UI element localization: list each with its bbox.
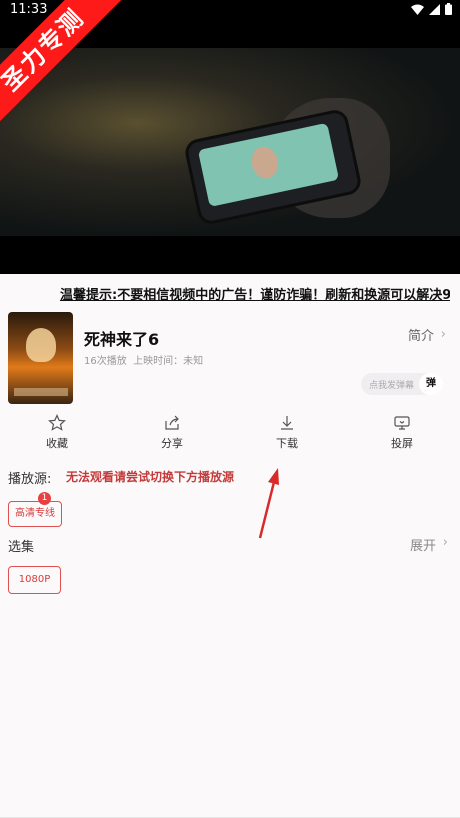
wifi-icon [411, 4, 424, 15]
video-player[interactable] [0, 22, 460, 274]
movie-poster [8, 312, 73, 404]
source-chip-hd[interactable]: 高清专线 [8, 501, 62, 527]
status-icons [411, 3, 452, 15]
download-icon [281, 416, 293, 430]
danmu-input[interactable]: 点我发弹幕 弹 [361, 373, 443, 395]
source-badge: 1 [38, 492, 51, 505]
cast-button[interactable]: 投屏 [372, 413, 432, 451]
release-date: 上映时间：未知 [133, 356, 204, 367]
source-label: 播放源: [8, 472, 52, 487]
episode-chip-1080p[interactable]: 1080P [8, 566, 61, 594]
cast-icon [394, 416, 410, 430]
play-count: 16次播放 [84, 356, 127, 367]
danmu-button[interactable]: 弹 [419, 373, 443, 395]
chevron-right-icon: › [440, 327, 446, 342]
episodes-label: 选集 [8, 540, 35, 555]
favorite-button[interactable]: 收藏 [27, 413, 87, 451]
share-label: 分享 [161, 437, 183, 450]
chevron-right-icon: › [442, 535, 448, 550]
movie-title: 死神来了6 [84, 330, 160, 349]
notice-marquee: 温馨提示:不要相信视频中的广告！谨防诈骗！刷新和换源可以解决90%的问 [60, 288, 450, 303]
favorite-label: 收藏 [46, 437, 68, 450]
status-time: 11:33 [10, 2, 48, 17]
intro-link[interactable]: 简介 [408, 325, 434, 344]
star-icon [48, 414, 66, 431]
expand-link[interactable]: 展开 [410, 535, 436, 554]
download-button[interactable]: 下载 [257, 413, 317, 451]
cast-label: 投屏 [391, 437, 413, 450]
action-bar: 收藏 分享 下载 投屏 [0, 413, 460, 453]
download-label: 下载 [276, 437, 298, 450]
annotation-arrow [258, 468, 279, 539]
signal-icon [429, 3, 440, 15]
danmu-placeholder: 点我发弹幕 [369, 381, 415, 391]
share-button[interactable]: 分享 [142, 413, 202, 451]
movie-meta: 16次播放 上映时间：未知 [84, 352, 203, 367]
share-icon [165, 415, 179, 430]
video-frame [0, 48, 460, 236]
source-warning: 无法观看请尝试切换下方播放源 [66, 470, 235, 484]
battery-icon [445, 3, 452, 15]
